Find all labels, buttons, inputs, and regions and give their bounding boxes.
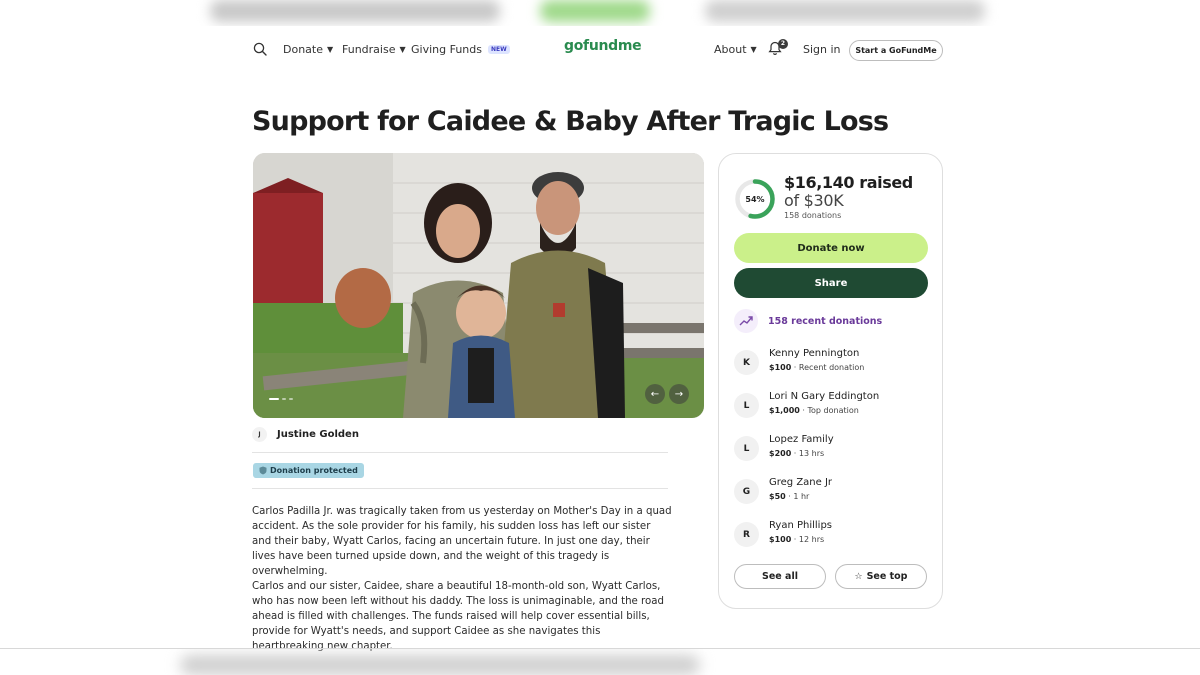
nav-about[interactable]: About ▼ [714, 43, 757, 56]
bottom-blurred-banner [0, 648, 1200, 675]
donor-meta: $100 · 12 hrs [769, 535, 824, 544]
nav-giving-funds[interactable]: Giving Funds NEW [411, 43, 510, 56]
top-blurred-banner [0, 0, 1200, 26]
donor-item: G Greg Zane Jr $50 · 1 hr [734, 477, 934, 509]
donor-note: · 12 hrs [791, 535, 825, 544]
story-paragraph: Carlos Padilla Jr. was tragically taken … [252, 506, 672, 577]
notifications-button[interactable]: 2 [768, 39, 788, 59]
recent-donations-link[interactable]: 158 recent donations [734, 309, 882, 333]
gofundme-logo[interactable]: gofundme [564, 38, 642, 54]
star-icon: ☆ [854, 571, 863, 582]
blur-block [705, 0, 985, 22]
nav-fundraise[interactable]: Fundraise ▼ [342, 43, 406, 56]
site-header: Donate ▼ Fundraise ▼ Giving Funds NEW go… [252, 36, 944, 64]
see-all-button[interactable]: See all [734, 564, 826, 589]
see-top-label: See top [866, 571, 908, 582]
donor-avatar: G [734, 479, 759, 504]
notification-count-badge: 2 [778, 39, 788, 49]
donor-name: Lopez Family [769, 434, 834, 445]
donor-amount: $1,000 [769, 406, 800, 415]
search-icon[interactable] [253, 42, 267, 56]
campaign-title: Support for Caidee & Baby After Tragic L… [252, 106, 889, 137]
carousel-dot[interactable] [269, 398, 279, 400]
carousel-dot[interactable] [289, 398, 293, 400]
start-gofundme-button[interactable]: Start a GoFundMe [849, 40, 943, 61]
donor-meta: $100 · Recent donation [769, 363, 864, 372]
caret-down-icon: ▼ [399, 45, 406, 54]
donor-avatar: R [734, 522, 759, 547]
donor-item: L Lori N Gary Eddington $1,000 · Top don… [734, 391, 934, 423]
donor-note: · Top donation [799, 406, 859, 415]
donation-protected-badge[interactable]: Donation protected [253, 463, 364, 478]
donation-protected-label: Donation protected [270, 466, 358, 475]
recent-donations-label: 158 recent donations [768, 315, 883, 327]
organizer-avatar: J [252, 427, 267, 442]
donor-name: Ryan Phillips [769, 520, 833, 531]
donor-amount: $100 [769, 535, 792, 544]
nav-giving-funds-label: Giving Funds [411, 43, 482, 56]
donor-name: Lori N Gary Eddington [769, 391, 880, 402]
nav-donate-label: Donate [283, 43, 323, 56]
divider [252, 452, 668, 453]
donor-amount: $100 [769, 363, 792, 372]
share-button[interactable]: Share [734, 268, 928, 298]
donor-meta: $50 · 1 hr [769, 492, 809, 501]
logo-text: gofundme [564, 38, 642, 54]
blur-block [180, 655, 700, 675]
carousel-dot[interactable] [282, 398, 286, 400]
amount-raised: $16,140 raised [784, 173, 913, 192]
carousel-indicator [269, 398, 293, 400]
arrow-left-icon[interactable]: ← [645, 384, 665, 404]
blur-block [540, 0, 650, 22]
see-top-button[interactable]: ☆ See top [835, 564, 927, 589]
donor-note: · Recent donation [791, 363, 865, 372]
shield-icon [259, 466, 267, 475]
donate-now-button[interactable]: Donate now [734, 233, 928, 263]
donor-name: Kenny Pennington [769, 348, 860, 359]
nav-fundraise-label: Fundraise [342, 43, 396, 56]
donor-item: R Ryan Phillips $100 · 12 hrs [734, 520, 934, 552]
family-photo-illustration [253, 153, 704, 418]
donor-avatar: K [734, 350, 759, 375]
donor-note: · 1 hr [785, 492, 810, 501]
donor-amount: $200 [769, 449, 792, 458]
donor-amount: $50 [769, 492, 786, 501]
arrow-right-icon[interactable]: → [669, 384, 689, 404]
donor-meta: $1,000 · Top donation [769, 406, 859, 415]
donor-avatar: L [734, 393, 759, 418]
caret-down-icon: ▼ [750, 45, 757, 54]
story-paragraph: Carlos and our sister, Caidee, share a b… [252, 581, 664, 652]
caret-down-icon: ▼ [327, 45, 334, 54]
divider [252, 488, 668, 489]
nav-about-label: About [714, 43, 747, 56]
donation-card: 54% $16,140 raised of $30K 158 donations… [718, 153, 943, 609]
donor-item: K Kenny Pennington $100 · Recent donatio… [734, 348, 934, 380]
donor-avatar: L [734, 436, 759, 461]
new-badge: NEW [487, 45, 510, 54]
sign-in-link[interactable]: Sign in [803, 43, 841, 56]
donor-note: · 13 hrs [791, 449, 825, 458]
donor-name: Greg Zane Jr [769, 477, 833, 488]
goal-amount: of $30K [784, 191, 844, 210]
organizer[interactable]: J Justine Golden [252, 427, 359, 442]
progress-percent: 54% [745, 194, 765, 204]
donor-item: L Lopez Family $200 · 13 hrs [734, 434, 934, 466]
campaign-photo[interactable]: ← → [253, 153, 704, 418]
blur-block [210, 0, 500, 22]
donor-meta: $200 · 13 hrs [769, 449, 824, 458]
trend-up-icon [734, 309, 758, 333]
organizer-name: Justine Golden [277, 429, 359, 440]
donation-count: 158 donations [784, 211, 842, 220]
nav-donate[interactable]: Donate ▼ [283, 43, 333, 56]
